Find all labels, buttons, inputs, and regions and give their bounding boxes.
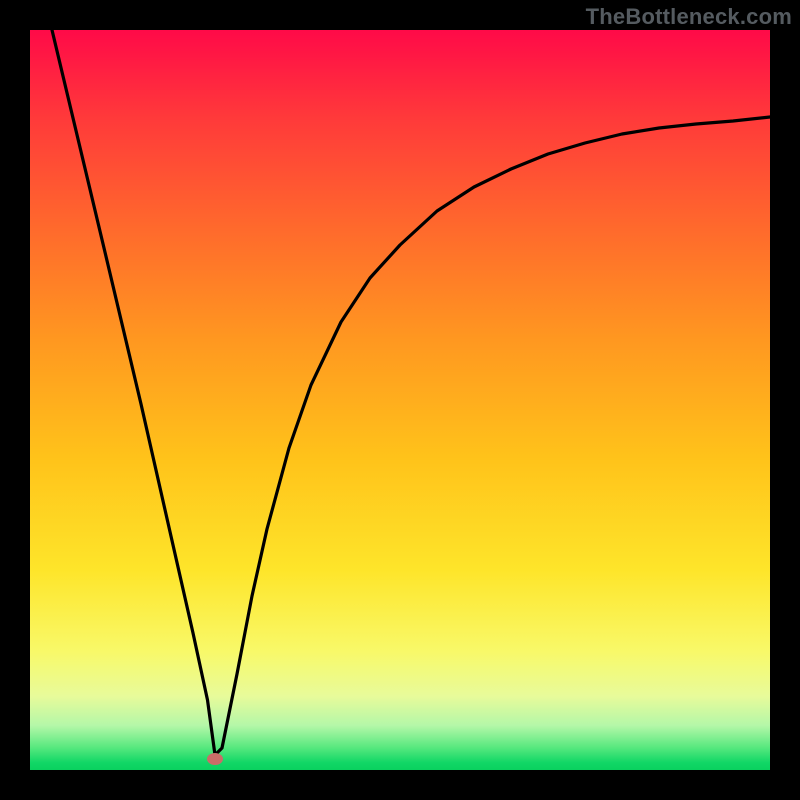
curve-line [52,30,770,755]
plot-area [30,30,770,770]
chart-frame: TheBottleneck.com [0,0,800,800]
watermark-text: TheBottleneck.com [586,4,792,30]
chart-svg [30,30,770,770]
marker-dot [207,753,223,765]
